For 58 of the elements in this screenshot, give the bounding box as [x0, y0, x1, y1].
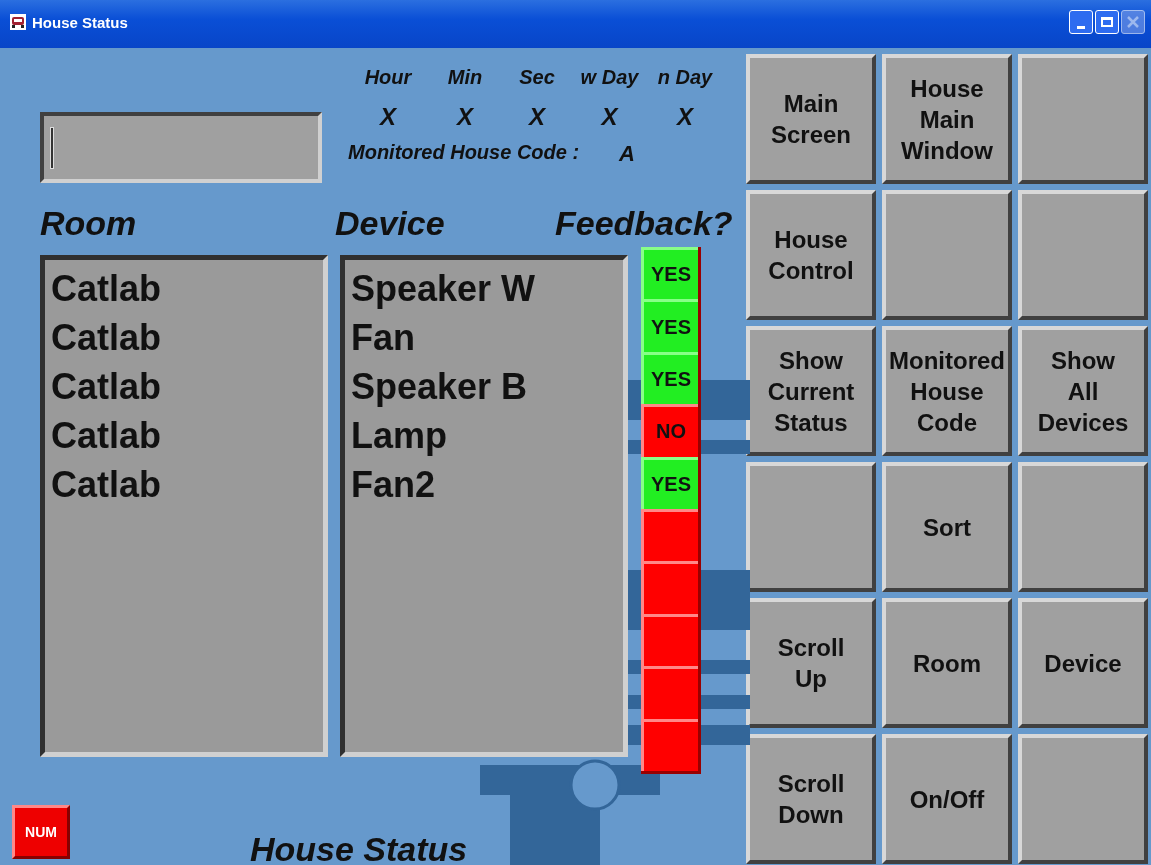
blank-button[interactable] [1018, 734, 1148, 864]
footer-title: House Status [250, 831, 468, 865]
house-code-label: Monitored House Code : [348, 141, 580, 165]
room-item[interactable]: Catlab [51, 460, 317, 509]
blank-button[interactable] [1018, 54, 1148, 184]
room-heading: Room [40, 203, 138, 243]
device-heading: Device [335, 203, 446, 243]
command-button[interactable]: Main Screen [746, 54, 876, 184]
room-item[interactable]: Catlab [51, 264, 317, 313]
device-list[interactable]: Speaker W Fan Speaker B Lamp Fan2 [340, 255, 628, 757]
close-icon [1126, 15, 1140, 29]
clock-value: X [457, 103, 473, 131]
command-button[interactable]: Show Current Status [746, 326, 876, 456]
clock-value: X [601, 103, 618, 131]
blank-button[interactable] [1018, 462, 1148, 592]
device-item[interactable]: Lamp [351, 411, 617, 460]
blank-button[interactable] [1018, 190, 1148, 320]
display-field[interactable] [40, 112, 322, 183]
house-code-value: A [619, 141, 635, 167]
clock-label: Sec [519, 66, 555, 89]
window-title: House Status [32, 14, 128, 31]
command-button[interactable]: Sort [882, 462, 1012, 592]
room-item[interactable]: Catlab [51, 362, 317, 411]
clock-value: X [529, 103, 545, 131]
room-item[interactable]: Catlab [51, 411, 317, 460]
clock-value: X [380, 103, 396, 131]
clock-value: X [677, 103, 693, 131]
command-button[interactable]: Room [882, 598, 1012, 728]
car-icon [10, 14, 26, 30]
command-button[interactable]: Scroll Down [746, 734, 876, 864]
device-item[interactable]: Speaker B [351, 362, 617, 411]
num-indicator: NUM [12, 805, 70, 859]
command-button[interactable]: Scroll Up [746, 598, 876, 728]
clock-label: Min [447, 66, 483, 89]
device-item[interactable]: Fan2 [351, 460, 617, 509]
room-item[interactable]: Catlab [51, 313, 317, 362]
clock-label: w Day [580, 66, 639, 89]
command-button[interactable]: Device [1018, 598, 1148, 728]
clock-label: n Day [657, 66, 713, 89]
feedback-indicator: NO [641, 404, 698, 457]
feedback-indicator: YES [641, 299, 698, 352]
command-button[interactable]: House Main Window [882, 54, 1012, 184]
command-button[interactable]: On/Off [882, 734, 1012, 864]
maximize-button[interactable] [1095, 10, 1119, 34]
device-item[interactable]: Fan [351, 313, 617, 362]
device-item[interactable]: Speaker W [351, 264, 617, 313]
feedback-indicator: YES [641, 351, 698, 405]
clock-label: Hour [364, 66, 412, 89]
command-button[interactable]: Monitored House Code [882, 326, 1012, 456]
blank-button[interactable] [746, 462, 876, 592]
feedback-indicator: YES [641, 456, 698, 509]
command-button[interactable]: Show All Devices [1018, 326, 1148, 456]
blank-button[interactable] [882, 190, 1012, 320]
room-list[interactable]: Catlab Catlab Catlab Catlab Catlab [40, 255, 328, 757]
command-button[interactable]: House Control [746, 190, 876, 320]
feedback-indicator: YES [641, 247, 698, 300]
feedback-heading: Feedback? [555, 203, 733, 243]
minimize-button[interactable] [1069, 10, 1093, 34]
